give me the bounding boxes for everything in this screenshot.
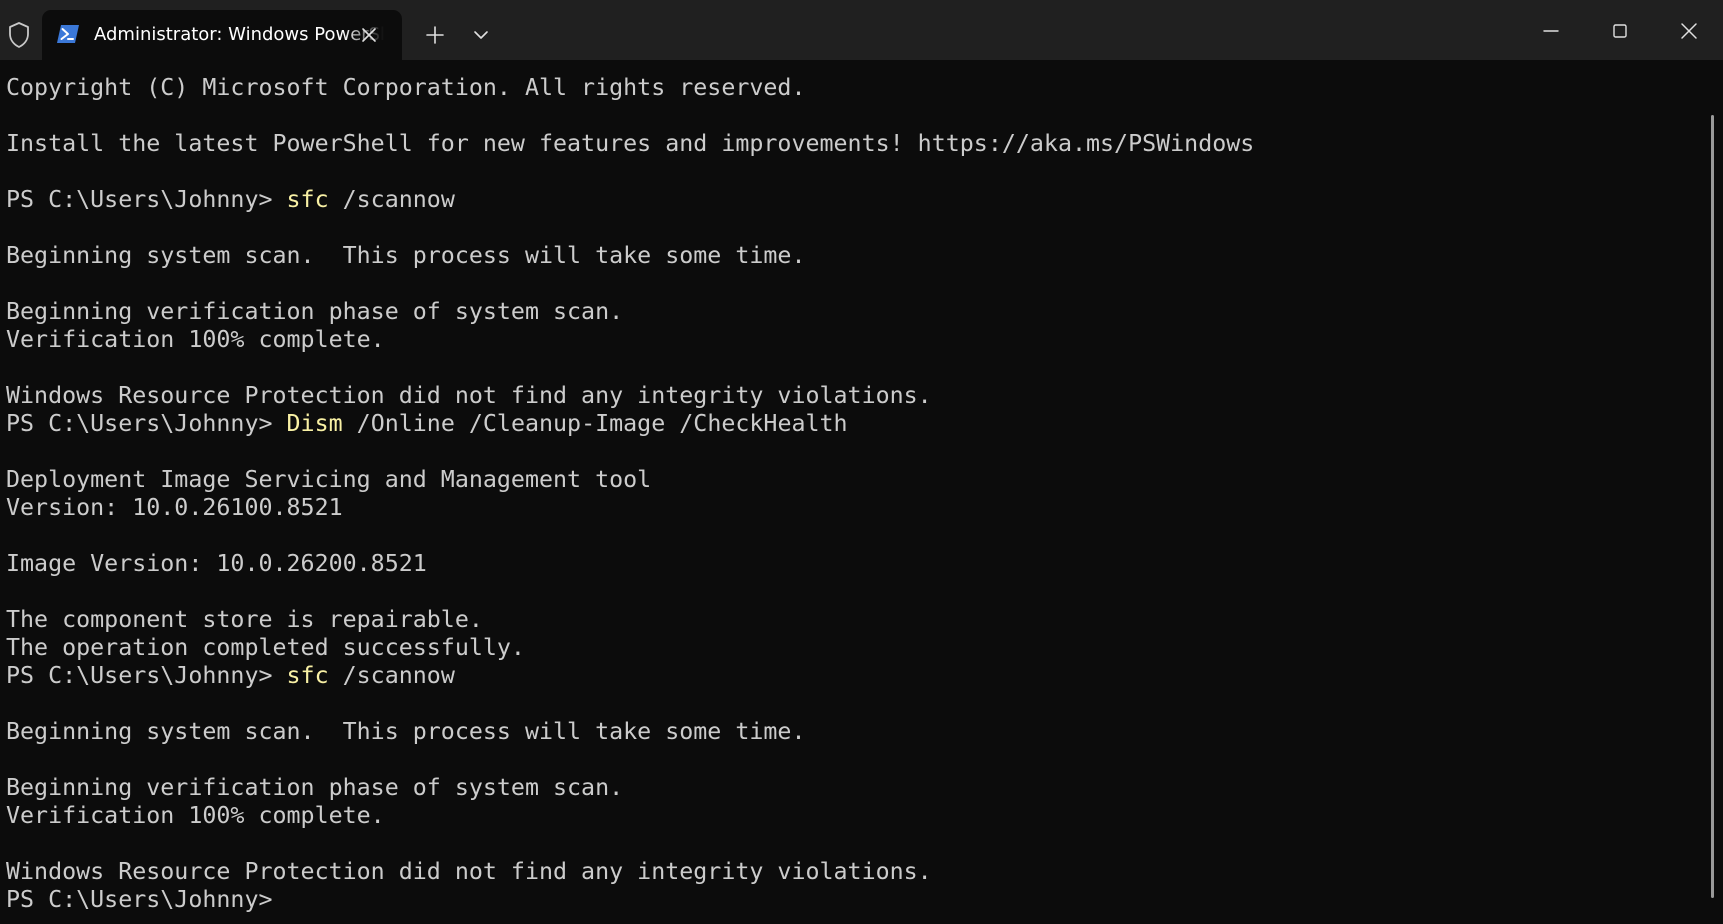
output-line: Beginning system scan. This process will…	[6, 242, 806, 269]
powershell-icon	[56, 23, 80, 45]
command-line: PS C:\Users\Johnny> Dism /Online /Cleanu…	[6, 410, 848, 438]
output-line: Version: 10.0.26100.8521	[6, 494, 343, 521]
close-window-button[interactable]	[1666, 12, 1712, 50]
command-args: /Online /Cleanup-Image /CheckHealth	[342, 410, 848, 437]
output-line: Windows Resource Protection did not find…	[6, 858, 932, 885]
output-line: Verification 100% complete.	[6, 802, 385, 829]
command-name: Dism	[286, 410, 343, 437]
tab-dropdown-button[interactable]	[468, 22, 494, 48]
output-line: Verification 100% complete.	[6, 326, 385, 353]
plus-icon	[426, 26, 444, 44]
terminal-window: Administrator: Windows PowerShell Copyri…	[0, 0, 1723, 924]
title-bar: Administrator: Windows PowerShell	[0, 0, 1723, 60]
prompt-line: PS C:\Users\Johnny>	[6, 886, 287, 913]
command-line: PS C:\Users\Johnny> sfc /scannow	[6, 662, 455, 690]
tab-title: Administrator: Windows PowerShell	[94, 24, 384, 45]
prompt: PS C:\Users\Johnny>	[6, 186, 287, 213]
command-line: PS C:\Users\Johnny> sfc /scannow	[6, 186, 455, 214]
maximize-button[interactable]	[1597, 12, 1643, 50]
prompt: PS C:\Users\Johnny>	[6, 662, 287, 689]
command-args: /scannow	[328, 186, 455, 213]
maximize-icon	[1613, 24, 1627, 38]
close-icon	[1681, 23, 1697, 39]
vertical-scrollbar[interactable]	[1711, 115, 1714, 898]
output-line: Install the latest PowerShell for new fe…	[6, 130, 1255, 157]
new-tab-button[interactable]	[422, 22, 448, 48]
tab-close-button[interactable]	[356, 22, 382, 48]
output-line: Copyright (C) Microsoft Corporation. All…	[6, 74, 806, 101]
output-line: Deployment Image Servicing and Managemen…	[6, 466, 652, 493]
prompt: PS C:\Users\Johnny>	[6, 410, 287, 437]
terminal-output[interactable]: Copyright (C) Microsoft Corporation. All…	[0, 60, 1705, 924]
chevron-down-icon	[474, 31, 488, 39]
output-line: The component store is repairable.	[6, 606, 483, 633]
tab-powershell[interactable]: Administrator: Windows PowerShell	[42, 10, 402, 60]
output-line: Beginning verification phase of system s…	[6, 298, 624, 325]
minimize-button[interactable]	[1528, 12, 1574, 50]
minimize-icon	[1543, 30, 1559, 32]
command-args: /scannow	[328, 662, 455, 689]
shield-icon	[6, 20, 32, 50]
close-icon	[362, 28, 376, 42]
output-line: Beginning system scan. This process will…	[6, 718, 806, 745]
command-name: sfc	[286, 186, 329, 213]
output-line: Beginning verification phase of system s…	[6, 774, 624, 801]
output-line: The operation completed successfully.	[6, 634, 525, 661]
command-name: sfc	[286, 662, 329, 689]
output-line: Windows Resource Protection did not find…	[6, 382, 932, 409]
output-line: Image Version: 10.0.26200.8521	[6, 550, 427, 577]
